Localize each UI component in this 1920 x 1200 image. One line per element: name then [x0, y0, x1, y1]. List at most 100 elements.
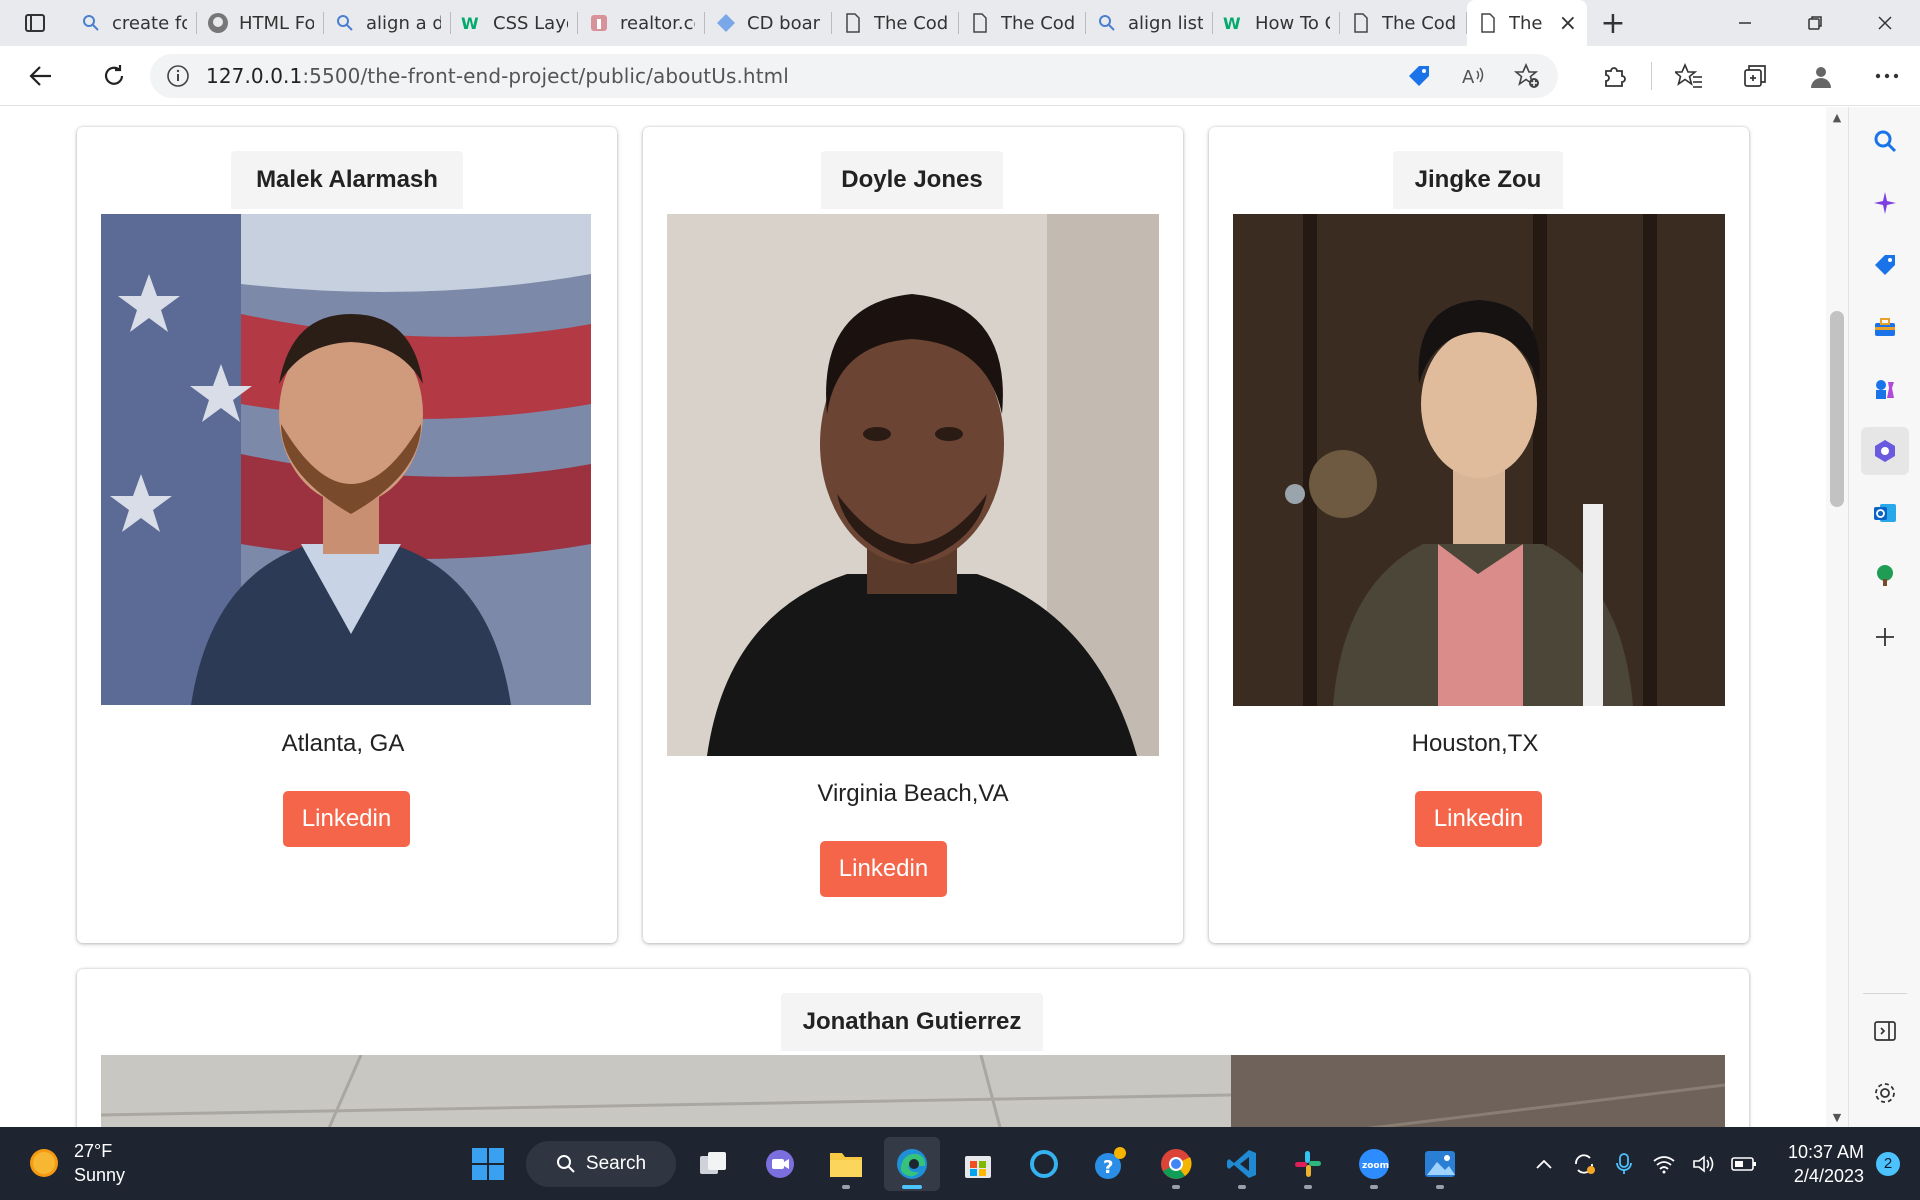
- favorites-button[interactable]: [1656, 46, 1722, 106]
- tab-title: create fo: [112, 12, 187, 34]
- site-info-icon[interactable]: [150, 64, 206, 88]
- toolbar-divider: [1651, 62, 1652, 90]
- ms-store-button[interactable]: [950, 1137, 1006, 1191]
- sidebar-hide-button[interactable]: [1861, 1007, 1909, 1055]
- task-view-icon: [700, 1152, 726, 1174]
- vscode-button[interactable]: [1214, 1137, 1270, 1191]
- tab-title: The Codi: [874, 12, 949, 34]
- gear-icon: [1875, 1083, 1895, 1103]
- browser-tab[interactable]: realtor.co: [578, 0, 705, 46]
- tab-title: CSS Layo: [493, 12, 568, 34]
- wifi-tray-button[interactable]: [1644, 1127, 1684, 1200]
- battery-icon: [1731, 1156, 1756, 1171]
- restore-icon: [1808, 16, 1822, 30]
- close-icon: [1878, 16, 1892, 30]
- coupon-tag-icon[interactable]: [1406, 63, 1432, 89]
- address-bar[interactable]: 127.0.0.1:5500/the-front-end-project/pub…: [150, 54, 1558, 98]
- slack-button[interactable]: [1280, 1137, 1336, 1191]
- member-location: Virginia Beach,VA: [817, 780, 1009, 807]
- cortana-button[interactable]: [1016, 1137, 1072, 1191]
- restore-button[interactable]: [1780, 0, 1850, 46]
- microphone-tray-button[interactable]: [1604, 1127, 1644, 1200]
- volume-tray-button[interactable]: [1684, 1127, 1724, 1200]
- back-button[interactable]: [0, 46, 82, 106]
- linkedin-button[interactable]: Linkedin: [820, 841, 947, 897]
- photos-icon: [1425, 1151, 1455, 1177]
- folder-icon: [830, 1153, 862, 1177]
- page-viewport: Malek Alarmash Atlanta, GA Linkedin Doyl…: [0, 107, 1848, 1127]
- close-window-button[interactable]: [1850, 0, 1920, 46]
- scroll-up-icon[interactable]: ▲: [1826, 107, 1848, 127]
- weather-widget[interactable]: 27°F Sunny: [28, 1139, 125, 1187]
- settings-more-button[interactable]: [1854, 46, 1920, 106]
- sidebar-office-button[interactable]: [1861, 427, 1909, 475]
- browser-tab[interactable]: The Codi: [832, 0, 959, 46]
- minimize-button[interactable]: [1710, 0, 1780, 46]
- tab-actions-button[interactable]: [0, 0, 70, 46]
- browser-tab[interactable]: align a d: [324, 0, 451, 46]
- sidebar-shopping-button[interactable]: [1861, 241, 1909, 289]
- sidebar-tree-button[interactable]: [1861, 551, 1909, 599]
- sidebar-search-button[interactable]: [1861, 117, 1909, 165]
- page-icon: [969, 12, 991, 34]
- notification-badge[interactable]: 2: [1876, 1151, 1900, 1176]
- browser-tab[interactable]: CD boar: [705, 0, 832, 46]
- new-tab-button[interactable]: +: [1587, 0, 1639, 46]
- profile-button[interactable]: [1788, 46, 1854, 106]
- start-button[interactable]: [460, 1137, 516, 1191]
- member-name: Doyle Jones: [821, 151, 1003, 209]
- minimize-icon: [1739, 22, 1751, 24]
- scrollbar-thumb[interactable]: [1830, 311, 1844, 507]
- show-hidden-icons-button[interactable]: [1524, 1127, 1564, 1200]
- windows-logo-icon: [472, 1148, 504, 1180]
- refresh-icon: [104, 64, 124, 85]
- browser-tab[interactable]: W CSS Layo: [451, 0, 578, 46]
- close-tab-icon[interactable]: ×: [1559, 11, 1577, 36]
- browser-tab[interactable]: create fo: [70, 0, 197, 46]
- active-tab[interactable]: The ×: [1467, 0, 1587, 46]
- shopping-tag-icon: [1875, 255, 1895, 275]
- page-scrollbar[interactable]: ▲ ▼: [1826, 107, 1848, 1127]
- sidebar-add-button[interactable]: [1861, 613, 1909, 661]
- video-chat-icon: [766, 1150, 794, 1178]
- file-explorer-button[interactable]: [818, 1137, 874, 1191]
- battery-tray-button[interactable]: [1724, 1127, 1764, 1200]
- clock[interactable]: 10:37 AM 2/4/2023: [1764, 1140, 1864, 1188]
- teams-chat-button[interactable]: [752, 1137, 808, 1191]
- sidebar-copilot-button[interactable]: [1861, 179, 1909, 227]
- sync-tray-button[interactable]: [1564, 1127, 1604, 1200]
- browser-tab[interactable]: The Codi: [1340, 0, 1467, 46]
- store-icon: [965, 1156, 991, 1178]
- extensions-button[interactable]: [1581, 46, 1647, 106]
- collections-button[interactable]: [1722, 46, 1788, 106]
- url-text[interactable]: 127.0.0.1:5500/the-front-end-project/pub…: [206, 64, 789, 88]
- sidebar-settings-button[interactable]: [1861, 1069, 1909, 1117]
- browser-tab[interactable]: align list: [1086, 0, 1213, 46]
- sidebar-tools-button[interactable]: [1861, 303, 1909, 351]
- edge-logo-icon: [897, 1149, 927, 1179]
- scroll-down-icon[interactable]: ▼: [1826, 1107, 1848, 1127]
- linkedin-button[interactable]: Linkedin: [283, 791, 410, 847]
- help-app-button[interactable]: ?: [1082, 1137, 1138, 1191]
- system-tray: 10:37 AM 2/4/2023 2: [1524, 1127, 1920, 1200]
- refresh-button[interactable]: [82, 46, 146, 106]
- read-aloud-icon[interactable]: A: [1460, 63, 1486, 89]
- browser-tab[interactable]: HTML Fo: [197, 0, 324, 46]
- taskbar-search[interactable]: Search: [526, 1141, 676, 1187]
- add-favorite-icon[interactable]: [1514, 63, 1540, 89]
- member-name: Malek Alarmash: [231, 151, 463, 209]
- tab-title: HTML Fo: [239, 12, 314, 34]
- linkedin-button[interactable]: Linkedin: [1415, 791, 1542, 847]
- photos-button[interactable]: [1412, 1137, 1468, 1191]
- tab-title: How To C: [1255, 12, 1330, 34]
- sidebar-divider: [1863, 993, 1907, 994]
- task-view-button[interactable]: [686, 1137, 742, 1191]
- sidebar-games-button[interactable]: [1861, 365, 1909, 413]
- chrome-button[interactable]: [1148, 1137, 1204, 1191]
- zoom-button[interactable]: zoom: [1346, 1137, 1402, 1191]
- edge-browser-button[interactable]: [884, 1137, 940, 1191]
- browser-tab[interactable]: The Codi: [959, 0, 1086, 46]
- browser-tab[interactable]: W How To C: [1213, 0, 1340, 46]
- sidebar-outlook-button[interactable]: [1861, 489, 1909, 537]
- url-host: 127.0.0.1: [206, 64, 303, 88]
